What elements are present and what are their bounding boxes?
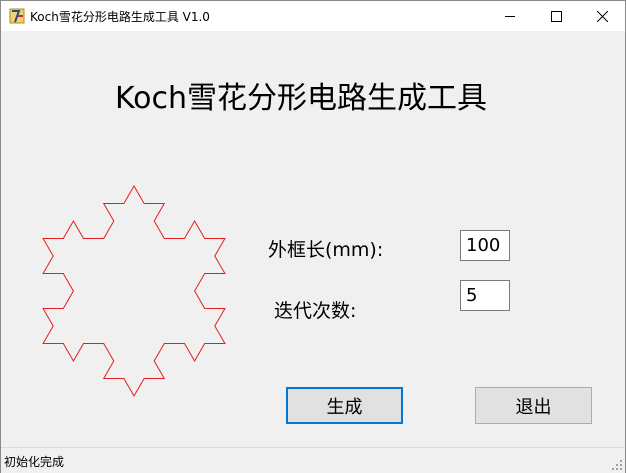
minimize-button[interactable] — [487, 1, 533, 31]
status-bar: 初始化完成 — [1, 447, 625, 473]
generate-button[interactable]: 生成 — [286, 387, 403, 424]
close-button[interactable] — [579, 1, 625, 31]
exit-button[interactable]: 退出 — [475, 387, 592, 424]
maximize-button[interactable] — [533, 1, 579, 31]
koch-snowflake-curve — [42, 184, 226, 398]
maximize-icon — [551, 11, 562, 22]
koch-snowflake-preview — [42, 184, 226, 398]
minimize-icon — [505, 16, 515, 17]
iterations-label: 迭代次数: — [274, 300, 357, 322]
frame-length-label: 外框长(mm): — [268, 239, 384, 261]
resize-grip-icon[interactable] — [611, 459, 623, 471]
iterations-input[interactable] — [460, 280, 510, 311]
frame-length-input[interactable] — [460, 230, 510, 261]
status-text: 初始化完成 — [4, 455, 65, 469]
close-icon — [597, 11, 608, 22]
app-window: Koch雪花分形电路生成工具 V1.0 Koch雪花分形电路生成工具 外框长(m… — [0, 0, 626, 473]
